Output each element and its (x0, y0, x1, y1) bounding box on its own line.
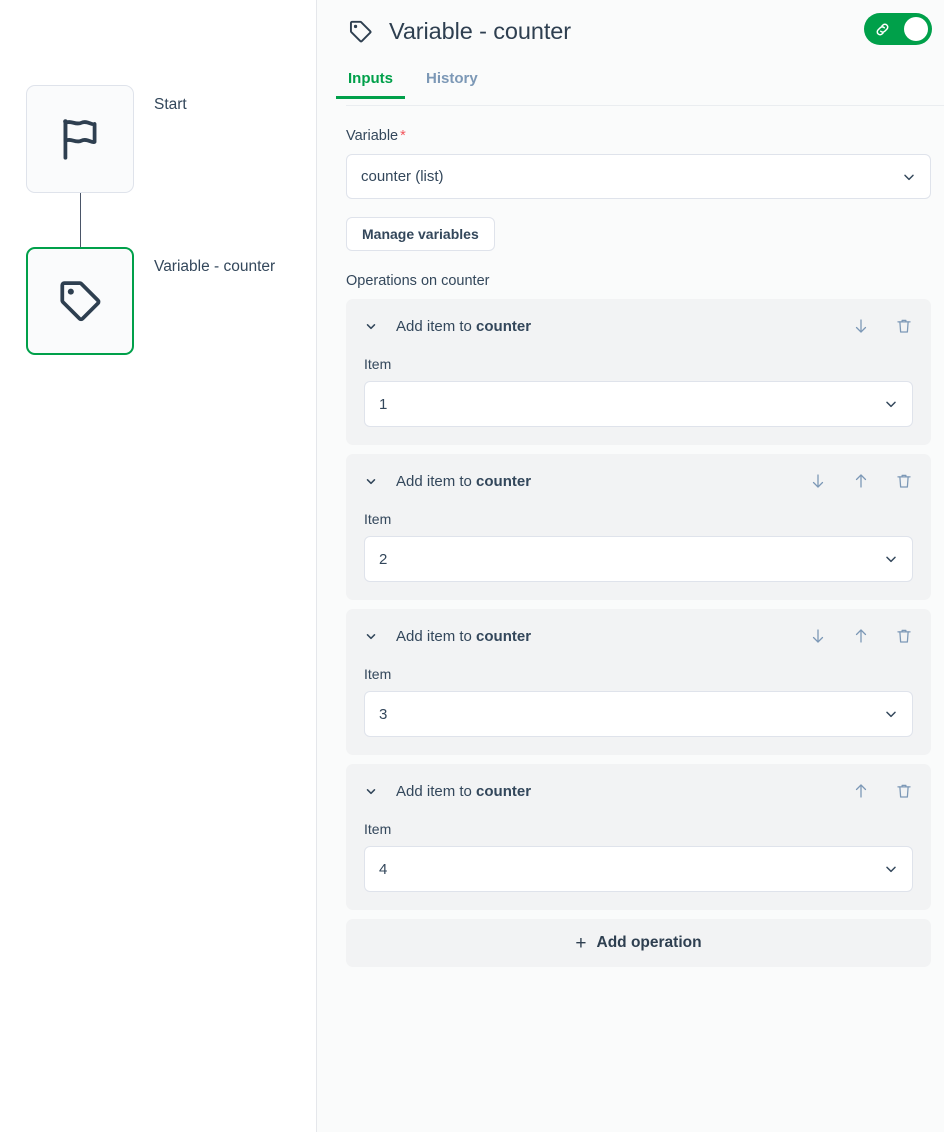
chevron-down-icon[interactable] (364, 474, 378, 488)
tag-icon (346, 17, 374, 45)
delete-icon[interactable] (895, 782, 913, 800)
move-down-icon[interactable] (809, 472, 827, 490)
operation-card: Add item to counter Item 2 (346, 454, 931, 600)
link-icon (872, 19, 892, 39)
tab-inputs[interactable]: Inputs (336, 62, 405, 99)
operation-actions (784, 472, 913, 490)
workflow-node-start[interactable]: Start (26, 85, 187, 193)
variable-label-text: Variable (346, 128, 399, 144)
inspector-panel: Variable - counter Inputs History Variab… (317, 0, 944, 1132)
manage-variables-button[interactable]: Manage variables (346, 217, 495, 251)
node-enabled-toggle[interactable] (864, 13, 932, 45)
required-asterisk: * (400, 128, 406, 144)
move-down-icon[interactable] (852, 317, 870, 335)
operation-actions (784, 627, 913, 645)
tag-icon (55, 276, 105, 326)
variable-select[interactable]: counter (list) (346, 154, 931, 199)
tabs-divider (346, 105, 944, 106)
operation-title-target: counter (476, 317, 532, 335)
chevron-down-icon (883, 396, 899, 412)
operation-title: Add item to counter (396, 473, 531, 490)
move-up-icon[interactable] (852, 627, 870, 645)
delete-icon[interactable] (895, 472, 913, 490)
variable-select-value: counter (list) (361, 168, 444, 185)
operations-list: Add item to counter Item 1 Add item to coun… (346, 299, 931, 910)
move-up-icon[interactable] (852, 472, 870, 490)
plus-icon: + (575, 932, 587, 954)
variable-field-label: Variable * (346, 128, 931, 144)
operation-title-prefix: Add item to (396, 782, 477, 800)
delete-icon[interactable] (895, 317, 913, 335)
chevron-down-icon[interactable] (364, 319, 378, 333)
item-select-value: 4 (379, 860, 388, 878)
operation-title: Add item to counter (396, 783, 531, 800)
chevron-down-icon (883, 706, 899, 722)
workflow-node-variable-counter[interactable]: Variable - counter (26, 247, 275, 355)
operation-title-prefix: Add item to (396, 627, 477, 645)
item-select-value: 1 (379, 395, 388, 413)
toggle-knob (904, 17, 928, 41)
add-operation-label: Add operation (596, 934, 702, 951)
node-label-start: Start (154, 96, 187, 113)
item-label: Item (364, 356, 392, 372)
item-select-value: 2 (379, 550, 388, 568)
operation-title-target: counter (476, 472, 532, 490)
item-select-value: 3 (379, 705, 388, 723)
workflow-canvas: Start Variable - counter (0, 0, 317, 1132)
operation-header: Add item to counter (364, 623, 913, 649)
operation-card: Add item to counter Item 4 (346, 764, 931, 910)
panel-body: Variable * counter (list) Manage variable… (317, 128, 944, 967)
operation-header: Add item to counter (364, 778, 913, 804)
panel-header: Variable - counter (317, 0, 944, 62)
chevron-down-icon (883, 861, 899, 877)
add-operation-button[interactable]: + Add operation (346, 919, 931, 967)
tab-history[interactable]: History (424, 62, 480, 99)
node-box-start[interactable] (26, 85, 134, 193)
node-box-variable-counter[interactable] (26, 247, 134, 355)
operation-card: Add item to counter Item 1 (346, 299, 931, 445)
workflow-editor: Start Variable - counter Variable - coun… (0, 0, 944, 1132)
operation-header: Add item to counter (364, 313, 913, 339)
move-down-icon[interactable] (809, 627, 827, 645)
operation-title: Add item to counter (396, 318, 531, 335)
node-label-variable-counter: Variable - counter (154, 258, 276, 275)
operation-title-prefix: Add item to (396, 472, 477, 490)
item-select[interactable]: 4 (364, 846, 913, 892)
item-select[interactable]: 3 (364, 691, 913, 737)
operation-actions (827, 782, 913, 800)
operation-title-target: counter (476, 782, 532, 800)
item-label: Item (364, 821, 392, 837)
operation-header: Add item to counter (364, 468, 913, 494)
item-select[interactable]: 1 (364, 381, 913, 427)
delete-icon[interactable] (895, 627, 913, 645)
flag-icon (55, 114, 105, 164)
item-label: Item (364, 511, 392, 527)
chevron-down-icon[interactable] (364, 784, 378, 798)
chevron-down-icon (883, 551, 899, 567)
operation-title-target: counter (476, 627, 532, 645)
move-up-icon[interactable] (852, 782, 870, 800)
operation-title-prefix: Add item to (396, 317, 477, 335)
operation-title: Add item to counter (396, 628, 531, 645)
operations-label: Operations on counter (346, 273, 490, 289)
panel-tabs: Inputs History (317, 62, 944, 106)
operation-card: Add item to counter Item 3 (346, 609, 931, 755)
page-title: Variable - counter (389, 17, 571, 44)
operation-actions (827, 317, 913, 335)
chevron-down-icon[interactable] (364, 629, 378, 643)
chevron-down-icon (901, 169, 917, 185)
item-select[interactable]: 2 (364, 536, 913, 582)
item-label: Item (364, 666, 392, 682)
